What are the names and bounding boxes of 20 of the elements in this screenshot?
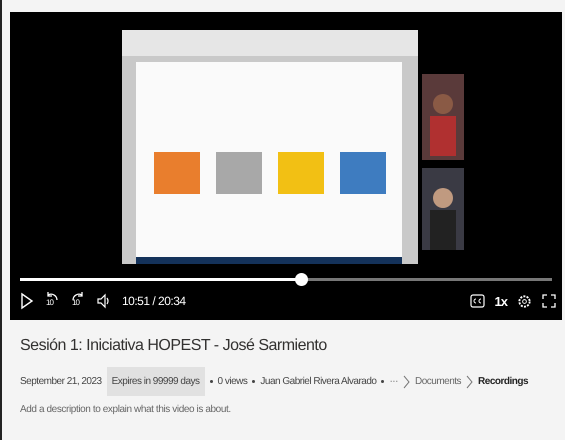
views-text: 0 views: [218, 375, 248, 390]
breadcrumb-link[interactable]: Documents: [414, 374, 462, 390]
forward-button[interactable]: 10: [70, 291, 86, 311]
chevron-icon: [466, 374, 474, 389]
slider-handle[interactable]: [294, 273, 308, 286]
chevron-icon: [402, 374, 410, 389]
settings-icon[interactable]: [517, 294, 532, 308]
play-icon[interactable]: [20, 292, 34, 310]
speed-button[interactable]: 1x: [494, 294, 507, 308]
captions-icon[interactable]: [470, 294, 485, 308]
breadcrumb-link[interactable]: Recordings: [478, 374, 528, 390]
expiry-badge: Expires in 99999 days: [106, 367, 205, 396]
time-display: 10:51 / 20:34: [122, 293, 186, 310]
date-text: September 21, 2023: [20, 375, 102, 390]
breadcrumb-link[interactable]: ···: [389, 374, 398, 390]
description-field[interactable]: Add a description to explain what this video is about.: [20, 402, 420, 418]
author-text: Juan Gabriel Rivera Alvarado: [260, 375, 376, 390]
fullscreen-icon[interactable]: [542, 294, 556, 308]
rewind-button[interactable]: 10: [44, 291, 60, 311]
video-title: Sesión 1: Iniciativa HOPEST - José Sarmiento: [20, 336, 328, 356]
